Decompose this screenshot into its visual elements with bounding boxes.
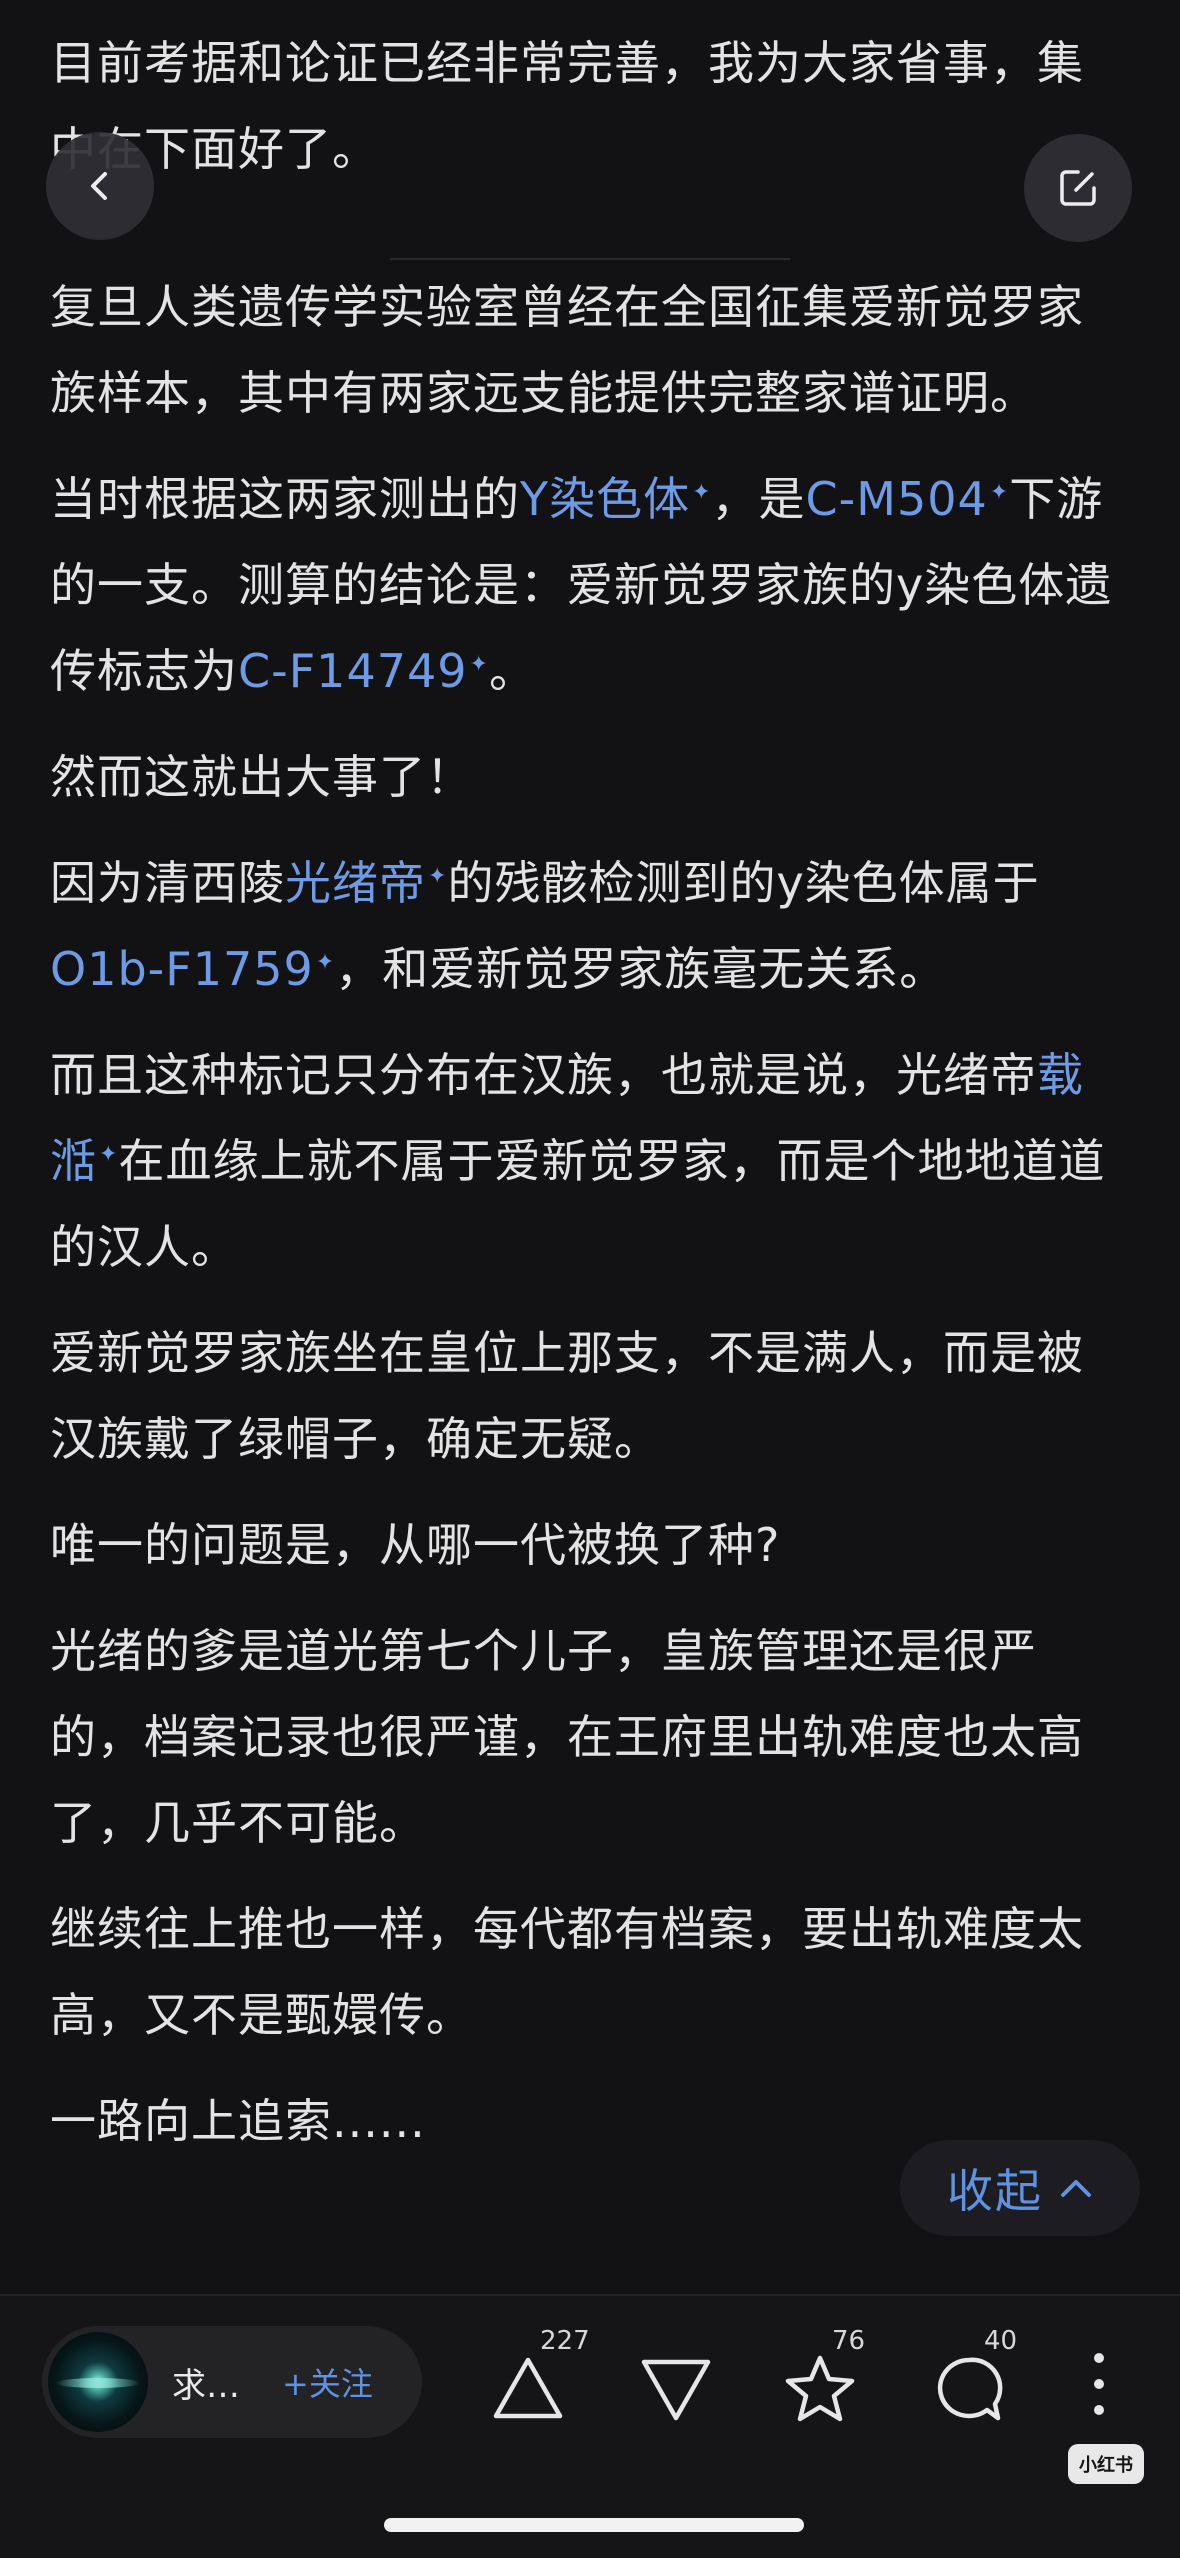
divider — [390, 258, 790, 260]
comment-button[interactable]: 40 — [932, 2326, 1042, 2442]
follow-button[interactable]: +关注 — [282, 2359, 373, 2405]
comment-icon — [937, 2357, 1003, 2421]
downvote-button[interactable] — [638, 2332, 718, 2442]
paragraph-1: 复旦人类遗传学实验室曾经在全国征集爱新觉罗家族样本，其中有两家远支能提供完整家谱… — [50, 280, 1084, 420]
text-span: 在血缘上就不属于爱新觉罗家，而是个地地道道的汉人。 — [50, 1134, 1106, 1274]
paragraph-2: 当时根据这两家测出的Y染色体✦，是C-M504✦下游的一支。测算的结论是：爱新觉… — [50, 456, 1130, 714]
paragraph-9: 继续往上推也一样，每代都有档案，要出轨难度太高，又不是甄嬛传。 — [50, 1902, 1084, 2042]
chevron-up-icon — [1061, 2180, 1091, 2197]
author-name[interactable]: 求… — [172, 2358, 262, 2407]
star-icon — [785, 2355, 855, 2422]
paragraph-6: 爱新觉罗家族坐在皇位上那支，不是满人，而是被汉族戴了绿帽子，确定无疑。 — [50, 1326, 1084, 1466]
more-vertical-icon — [1094, 2353, 1104, 2415]
upvote-button[interactable]: 227 — [490, 2326, 600, 2442]
more-button[interactable] — [1084, 2346, 1114, 2426]
paragraph-3: 然而这就出大事了！ — [50, 750, 473, 804]
text-span: 的残骸检测到的y染色体属于 — [447, 856, 1040, 910]
link-y-chromosome[interactable]: Y染色体 — [520, 472, 690, 526]
triangle-down-icon — [641, 2359, 711, 2421]
chevron-left-icon — [91, 172, 107, 200]
xiaohongshu-watermark: 小红书 — [1068, 2444, 1144, 2484]
triangle-up-icon — [493, 2357, 563, 2419]
link-o1b-f1759[interactable]: O1b-F1759 — [50, 942, 314, 996]
text-span: 因为清西陵 — [50, 856, 285, 910]
favorite-button[interactable]: 76 — [782, 2326, 892, 2442]
link-marker-icon: ✦ — [99, 1141, 119, 1167]
text-span: 。 — [488, 644, 536, 698]
collapse-button[interactable]: 收起 — [900, 2140, 1140, 2236]
link-marker-icon: ✦ — [989, 479, 1010, 505]
back-button[interactable] — [46, 132, 154, 240]
favorite-count: 76 — [832, 2326, 866, 2356]
link-marker-icon: ✦ — [428, 863, 448, 889]
link-c-f14749[interactable]: C-F14749 — [238, 644, 468, 698]
paragraph-8: 光绪的爹是道光第七个儿子，皇族管理还是很严的，档案记录也很严谨，在王府里出轨难度… — [50, 1624, 1084, 1850]
link-guangxu[interactable]: 光绪帝 — [285, 856, 426, 910]
avatar[interactable] — [48, 2332, 148, 2432]
edit-icon — [1060, 170, 1096, 206]
link-marker-icon: ✦ — [469, 651, 489, 677]
home-indicator[interactable] — [384, 2518, 804, 2532]
paragraph-5: 而且这种标记只分布在汉族，也就是说，光绪帝载湉✦在血缘上就不属于爱新觉罗家，而是… — [50, 1032, 1130, 1290]
link-marker-icon: ✦ — [315, 949, 336, 975]
text-span: 而且这种标记只分布在汉族，也就是说，光绪帝 — [50, 1048, 1037, 1102]
collapse-label: 收起 — [947, 2164, 1043, 2218]
text-span: ，和爱新觉罗家族毫无关系。 — [335, 942, 947, 996]
author-pill[interactable]: 求… +关注 — [42, 2326, 422, 2438]
paragraph-4: 因为清西陵光绪帝✦的残骸检测到的y染色体属于O1b-F1759✦，和爱新觉罗家族… — [50, 840, 1130, 1012]
comment-count: 40 — [984, 2326, 1018, 2356]
text-span: 当时根据这两家测出的 — [50, 472, 520, 526]
link-c-m504[interactable]: C-M504 — [806, 472, 988, 526]
edit-button[interactable] — [1024, 134, 1132, 242]
upvote-count: 227 — [540, 2326, 590, 2356]
paragraph-7: 唯一的问题是，从哪一代被换了种? — [50, 1518, 781, 1572]
article-body: 目前考据和论证已经非常完善，我为大家省事，集中在下面好了。 复旦人类遗传学实验室… — [50, 20, 1130, 2184]
intro-paragraph: 目前考据和论证已经非常完善，我为大家省事，集中在下面好了。 — [50, 36, 1084, 176]
link-marker-icon: ✦ — [692, 479, 712, 505]
text-span: ，是 — [711, 472, 806, 526]
